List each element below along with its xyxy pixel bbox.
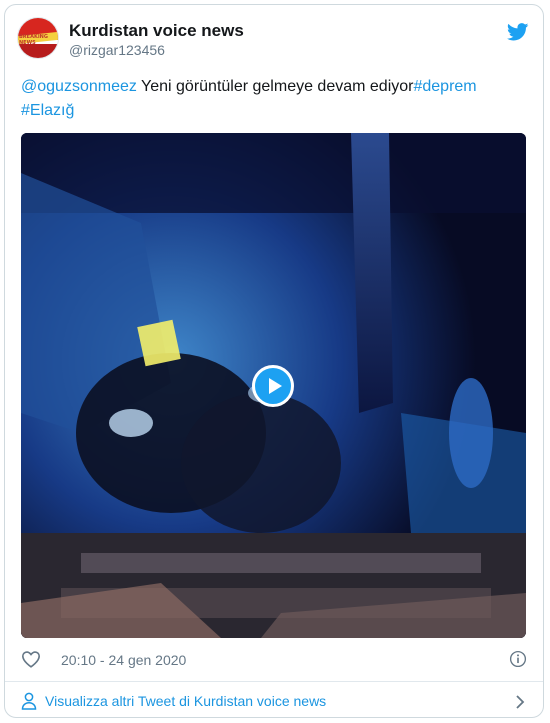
video-player[interactable] (21, 133, 526, 638)
timestamp[interactable]: 20:10 - 24 gen 2020 (61, 652, 186, 668)
info-icon[interactable] (509, 650, 527, 668)
tweet-meta: 20:10 - 24 gen 2020 (21, 649, 527, 671)
embedded-tweet-card: BREAKING NEWS Kurdistan voice news @rizg… (4, 4, 544, 718)
author-name[interactable]: Kurdistan voice news (69, 21, 244, 41)
tweet-text: @oguzsonmeez Yeni görüntüler gelmeye dev… (21, 75, 526, 123)
tweet-header: BREAKING NEWS Kurdistan voice news @rizg… (17, 15, 531, 65)
divider (5, 681, 543, 682)
mention-link[interactable]: @oguzsonmeez (21, 78, 137, 95)
chevron-right-icon[interactable] (515, 694, 525, 710)
avatar-bottom (18, 44, 58, 58)
avatar[interactable]: BREAKING NEWS (17, 17, 59, 59)
hashtag-deprem-link[interactable]: #deprem (413, 78, 476, 95)
play-icon[interactable] (252, 365, 294, 407)
avatar-logo-text: BREAKING NEWS (19, 34, 48, 46)
author-handle[interactable]: @rizgar123456 (69, 42, 165, 58)
heart-icon[interactable] (21, 650, 41, 668)
hashtag-elazig-link[interactable]: #Elazığ (21, 102, 74, 119)
view-more-tweets-link[interactable]: Visualizza altri Tweet di Kurdistan voic… (21, 689, 527, 715)
tweet-body-text: Yeni görüntüler gelmeye devam ediyor (136, 78, 414, 95)
person-icon (21, 692, 37, 710)
view-more-tweets-label[interactable]: Visualizza altri Tweet di Kurdistan voic… (45, 693, 326, 709)
twitter-bird-icon[interactable] (507, 23, 529, 41)
